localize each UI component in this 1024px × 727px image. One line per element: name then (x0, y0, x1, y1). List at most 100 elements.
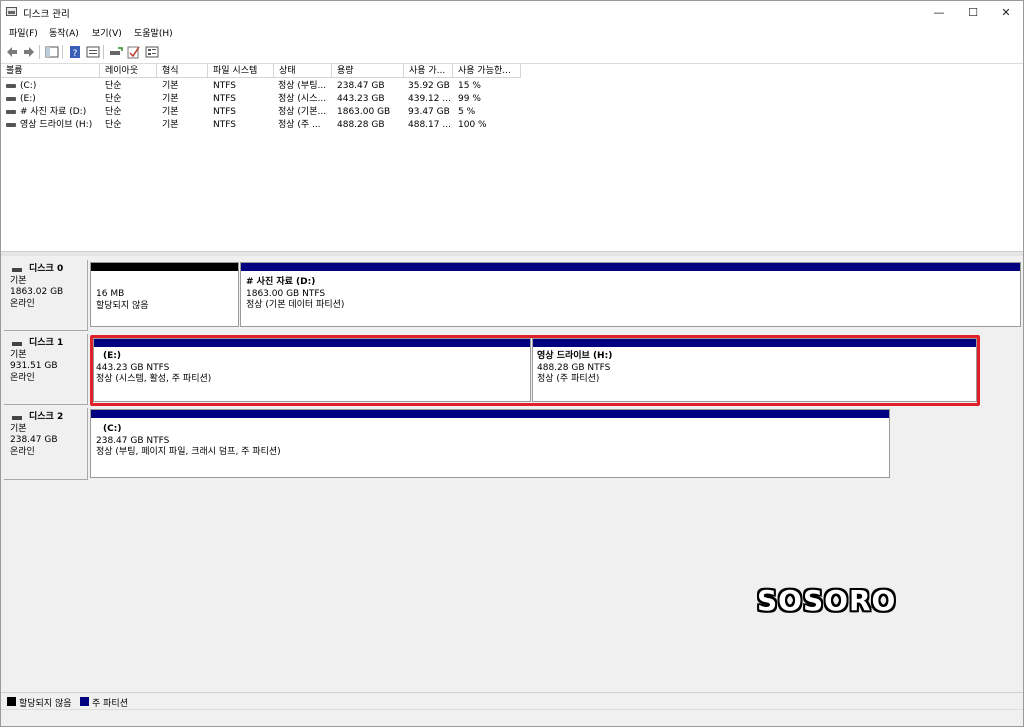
column-header-type[interactable]: 형식 (157, 64, 208, 78)
disk-name: 디스크 0 (10, 264, 87, 276)
column-header-volume[interactable]: 볼륨 (1, 64, 100, 78)
check-icon[interactable] (127, 45, 141, 59)
legend-unallocated-swatch (7, 697, 16, 706)
volume-status: 정상 (기본... (278, 107, 327, 117)
volume-percent-free: 15 % (458, 81, 481, 91)
volume-file-system: NTFS (213, 107, 236, 117)
disk-management-window: 디스크 관리 — ☐ ✕ 파일(F) 동작(A) 보기(V) 도움말(H) ? (0, 0, 1024, 727)
drive-icon (6, 123, 16, 127)
volume-layout: 단순 (105, 81, 122, 91)
volume-status: 정상 (주 ... (278, 120, 321, 130)
partition-name: (C:) (103, 424, 122, 434)
partition-c[interactable]: (C:) 238.47 GB NTFS 정상 (부팅, 페이지 파일, 크래시 … (90, 409, 890, 478)
connect-icon[interactable] (109, 45, 123, 59)
disk-icon (12, 268, 22, 272)
disk-2-label[interactable]: 디스크 2 기본 238.47 GB 온라인 (4, 408, 88, 480)
view-icon[interactable] (145, 45, 159, 59)
disk-status: 온라인 (10, 446, 35, 457)
volume-file-system: NTFS (213, 94, 236, 104)
window-title: 디스크 관리 (23, 9, 70, 20)
toolbar: ? (1, 41, 1023, 64)
disk-1-label[interactable]: 디스크 1 기본 931.51 GB 온라인 (4, 334, 88, 405)
volume-status: 정상 (부팅... (278, 81, 327, 91)
toolbar-separator (103, 45, 104, 59)
partition-color-bar (91, 263, 238, 271)
close-button[interactable]: ✕ (989, 1, 1023, 23)
volume-type: 기본 (162, 94, 179, 104)
partition-size: 238.47 GB NTFS (96, 435, 170, 446)
volume-status: 정상 (시스... (278, 94, 327, 104)
volume-row[interactable]: # 사진 자료 (D:) 단순 기본 NTFS 정상 (기본... 1863.0… (1, 106, 1023, 118)
disk-size: 1863.02 GB (10, 287, 64, 297)
column-header-capacity[interactable]: 용량 (332, 64, 404, 78)
disk-map: 디스크 0 기본 1863.02 GB 온라인 16 MB 할당되지 않음 # … (1, 256, 1023, 692)
svg-text:?: ? (73, 49, 78, 59)
menu-action[interactable]: 동작(A) (49, 26, 79, 39)
drive-icon (6, 110, 16, 114)
highlight-box (90, 335, 980, 406)
volume-free-space: 93.47 GB (408, 107, 450, 117)
menu-view[interactable]: 보기(V) (92, 26, 122, 39)
legend-bar: 할당되지 않음 주 파티션 (1, 692, 1023, 709)
volume-percent-free: 5 % (458, 107, 476, 117)
partition-status: 정상 (기본 데이터 파티션) (246, 300, 345, 310)
volume-type: 기본 (162, 120, 179, 130)
disk-name: 디스크 1 (10, 338, 87, 350)
toolbar-separator (39, 45, 40, 59)
toolbar-separator (62, 45, 63, 59)
volume-layout: 단순 (105, 94, 122, 104)
volume-name: # 사진 자료 (D:) (20, 107, 87, 117)
disk-type: 기본 (10, 423, 27, 434)
help-icon[interactable]: ? (68, 45, 82, 59)
watermark-logo: SOSORO (757, 584, 897, 617)
disk-size: 238.47 GB (10, 435, 58, 445)
partition-unallocated[interactable]: 16 MB 할당되지 않음 (90, 262, 239, 327)
legend-primary-label: 주 파티션 (92, 699, 128, 709)
column-header-free-space[interactable]: 사용 가... (404, 64, 453, 78)
drive-icon (6, 97, 16, 101)
volume-row[interactable]: (C:) 단순 기본 NTFS 정상 (부팅... 238.47 GB 35.9… (1, 80, 1023, 92)
menu-help[interactable]: 도움말(H) (134, 26, 173, 39)
maximize-button[interactable]: ☐ (956, 1, 990, 23)
column-header-layout[interactable]: 레이아웃 (100, 64, 157, 78)
forward-icon[interactable] (22, 45, 36, 59)
disk-0-label[interactable]: 디스크 0 기본 1863.02 GB 온라인 (4, 260, 88, 331)
status-bar (1, 709, 1023, 726)
volume-row[interactable]: 영상 드라이브 (H:) 단순 기본 NTFS 정상 (주 ... 488.28… (1, 119, 1023, 131)
partition-name: # 사진 자료 (D:) (246, 277, 316, 287)
volume-layout: 단순 (105, 107, 122, 117)
legend-unallocated-label: 할당되지 않음 (19, 699, 72, 709)
back-icon[interactable] (5, 45, 19, 59)
partition-size: 16 MB (96, 289, 125, 299)
console-tree-icon[interactable] (45, 45, 59, 59)
menu-file[interactable]: 파일(F) (9, 26, 38, 39)
disk-type: 기본 (10, 275, 27, 286)
volume-free-space: 35.92 GB (408, 81, 450, 91)
menu-bar: 파일(F) 동작(A) 보기(V) 도움말(H) (1, 23, 1023, 41)
volume-percent-free: 100 % (458, 120, 487, 130)
properties-icon[interactable] (86, 45, 100, 59)
volume-row[interactable]: (E:) 단순 기본 NTFS 정상 (시스... 443.23 GB 439.… (1, 93, 1023, 105)
volume-name: (E:) (20, 94, 36, 104)
disk-icon (12, 342, 22, 346)
disk-size: 931.51 GB (10, 361, 58, 371)
column-header-percent-free[interactable]: 사용 가능한... (453, 64, 521, 78)
drive-icon (6, 84, 16, 88)
disk-status: 온라인 (10, 298, 35, 309)
partition-status: 정상 (부팅, 페이지 파일, 크래시 덤프, 주 파티션) (96, 447, 281, 457)
title-bar: 디스크 관리 — ☐ ✕ (1, 1, 1023, 23)
column-header-status[interactable]: 상태 (274, 64, 332, 78)
partition-status: 할당되지 않음 (96, 300, 149, 311)
partition-d[interactable]: # 사진 자료 (D:) 1863.00 GB NTFS 정상 (기본 데이터 … (240, 262, 1021, 327)
volume-capacity: 238.47 GB (337, 81, 385, 91)
disk-status: 온라인 (10, 372, 35, 383)
volume-file-system: NTFS (213, 120, 236, 130)
volume-name: 영상 드라이브 (H:) (20, 120, 93, 130)
volume-type: 기본 (162, 107, 179, 117)
volume-free-space: 439.12 ... (408, 94, 451, 104)
disk-name: 디스크 2 (10, 412, 87, 424)
disk-type: 기본 (10, 349, 27, 360)
partition-color-bar (241, 263, 1020, 271)
minimize-button[interactable]: — (922, 1, 956, 23)
column-header-file-system[interactable]: 파일 시스템 (208, 64, 274, 78)
